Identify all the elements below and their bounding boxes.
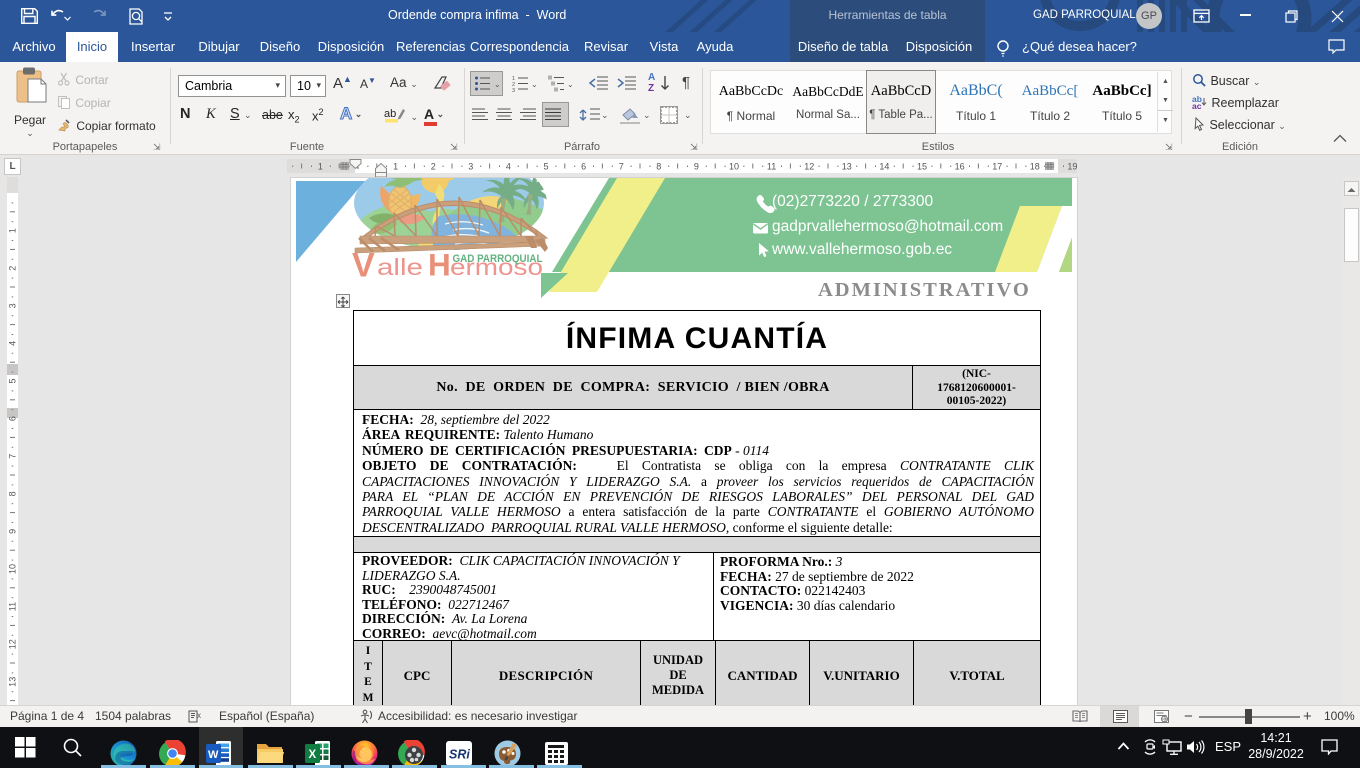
svg-text:11: 11 (767, 162, 776, 172)
svg-text:3: 3 (8, 303, 18, 308)
svg-text:2: 2 (8, 266, 18, 271)
svg-text:9: 9 (694, 162, 699, 172)
svg-text:11: 11 (8, 602, 18, 611)
svg-text:5: 5 (543, 162, 548, 172)
svg-text:17: 17 (992, 162, 1002, 172)
svg-text:5: 5 (8, 378, 18, 383)
svg-text:gadprvallehermoso@hotmail.com: gadprvallehermoso@hotmail.com (772, 218, 1003, 235)
svg-text:3: 3 (468, 162, 473, 172)
svg-text:7: 7 (619, 162, 624, 172)
svg-text:16: 16 (955, 162, 965, 172)
svg-text:1: 1 (8, 228, 18, 233)
svg-text:10: 10 (729, 162, 739, 172)
svg-text:SRi: SRi (449, 748, 470, 762)
svg-text:6: 6 (8, 416, 18, 421)
svg-text:6: 6 (581, 162, 586, 172)
svg-text:8: 8 (8, 491, 18, 496)
svg-text:1: 1 (393, 162, 398, 172)
svg-text:9: 9 (8, 529, 18, 534)
svg-text:www.vallehermoso.gob.ec: www.vallehermoso.gob.ec (771, 241, 952, 258)
svg-text:14: 14 (879, 162, 889, 172)
svg-text:15: 15 (917, 162, 927, 172)
svg-text:7: 7 (8, 454, 18, 459)
svg-text:12: 12 (8, 639, 18, 649)
svg-text:13: 13 (842, 162, 852, 172)
svg-text:ac: ac (1192, 101, 1202, 109)
svg-text:19: 19 (1067, 162, 1077, 172)
svg-text:GAD PARROQUIAL: GAD PARROQUIAL (453, 253, 543, 265)
svg-text:4: 4 (8, 341, 18, 346)
svg-text:18: 18 (1030, 162, 1040, 172)
svg-text:W: W (208, 749, 219, 761)
svg-text:8: 8 (656, 162, 661, 172)
svg-text:10: 10 (8, 564, 18, 574)
svg-text:(02)2773220 / 2773300: (02)2773220 / 2773300 (772, 193, 934, 210)
svg-text:X: X (309, 749, 317, 761)
svg-text:H: H (428, 247, 451, 283)
svg-text:3: 3 (512, 88, 515, 92)
svg-text:12: 12 (804, 162, 814, 172)
svg-text:2: 2 (431, 162, 436, 172)
svg-text:alle: alle (377, 254, 423, 280)
svg-text:V: V (352, 247, 375, 285)
svg-text:ab: ab (384, 108, 396, 120)
svg-text:1: 1 (318, 162, 323, 172)
svg-text:13: 13 (8, 677, 18, 687)
svg-text:x: x (197, 711, 201, 720)
svg-text:4: 4 (506, 162, 511, 172)
